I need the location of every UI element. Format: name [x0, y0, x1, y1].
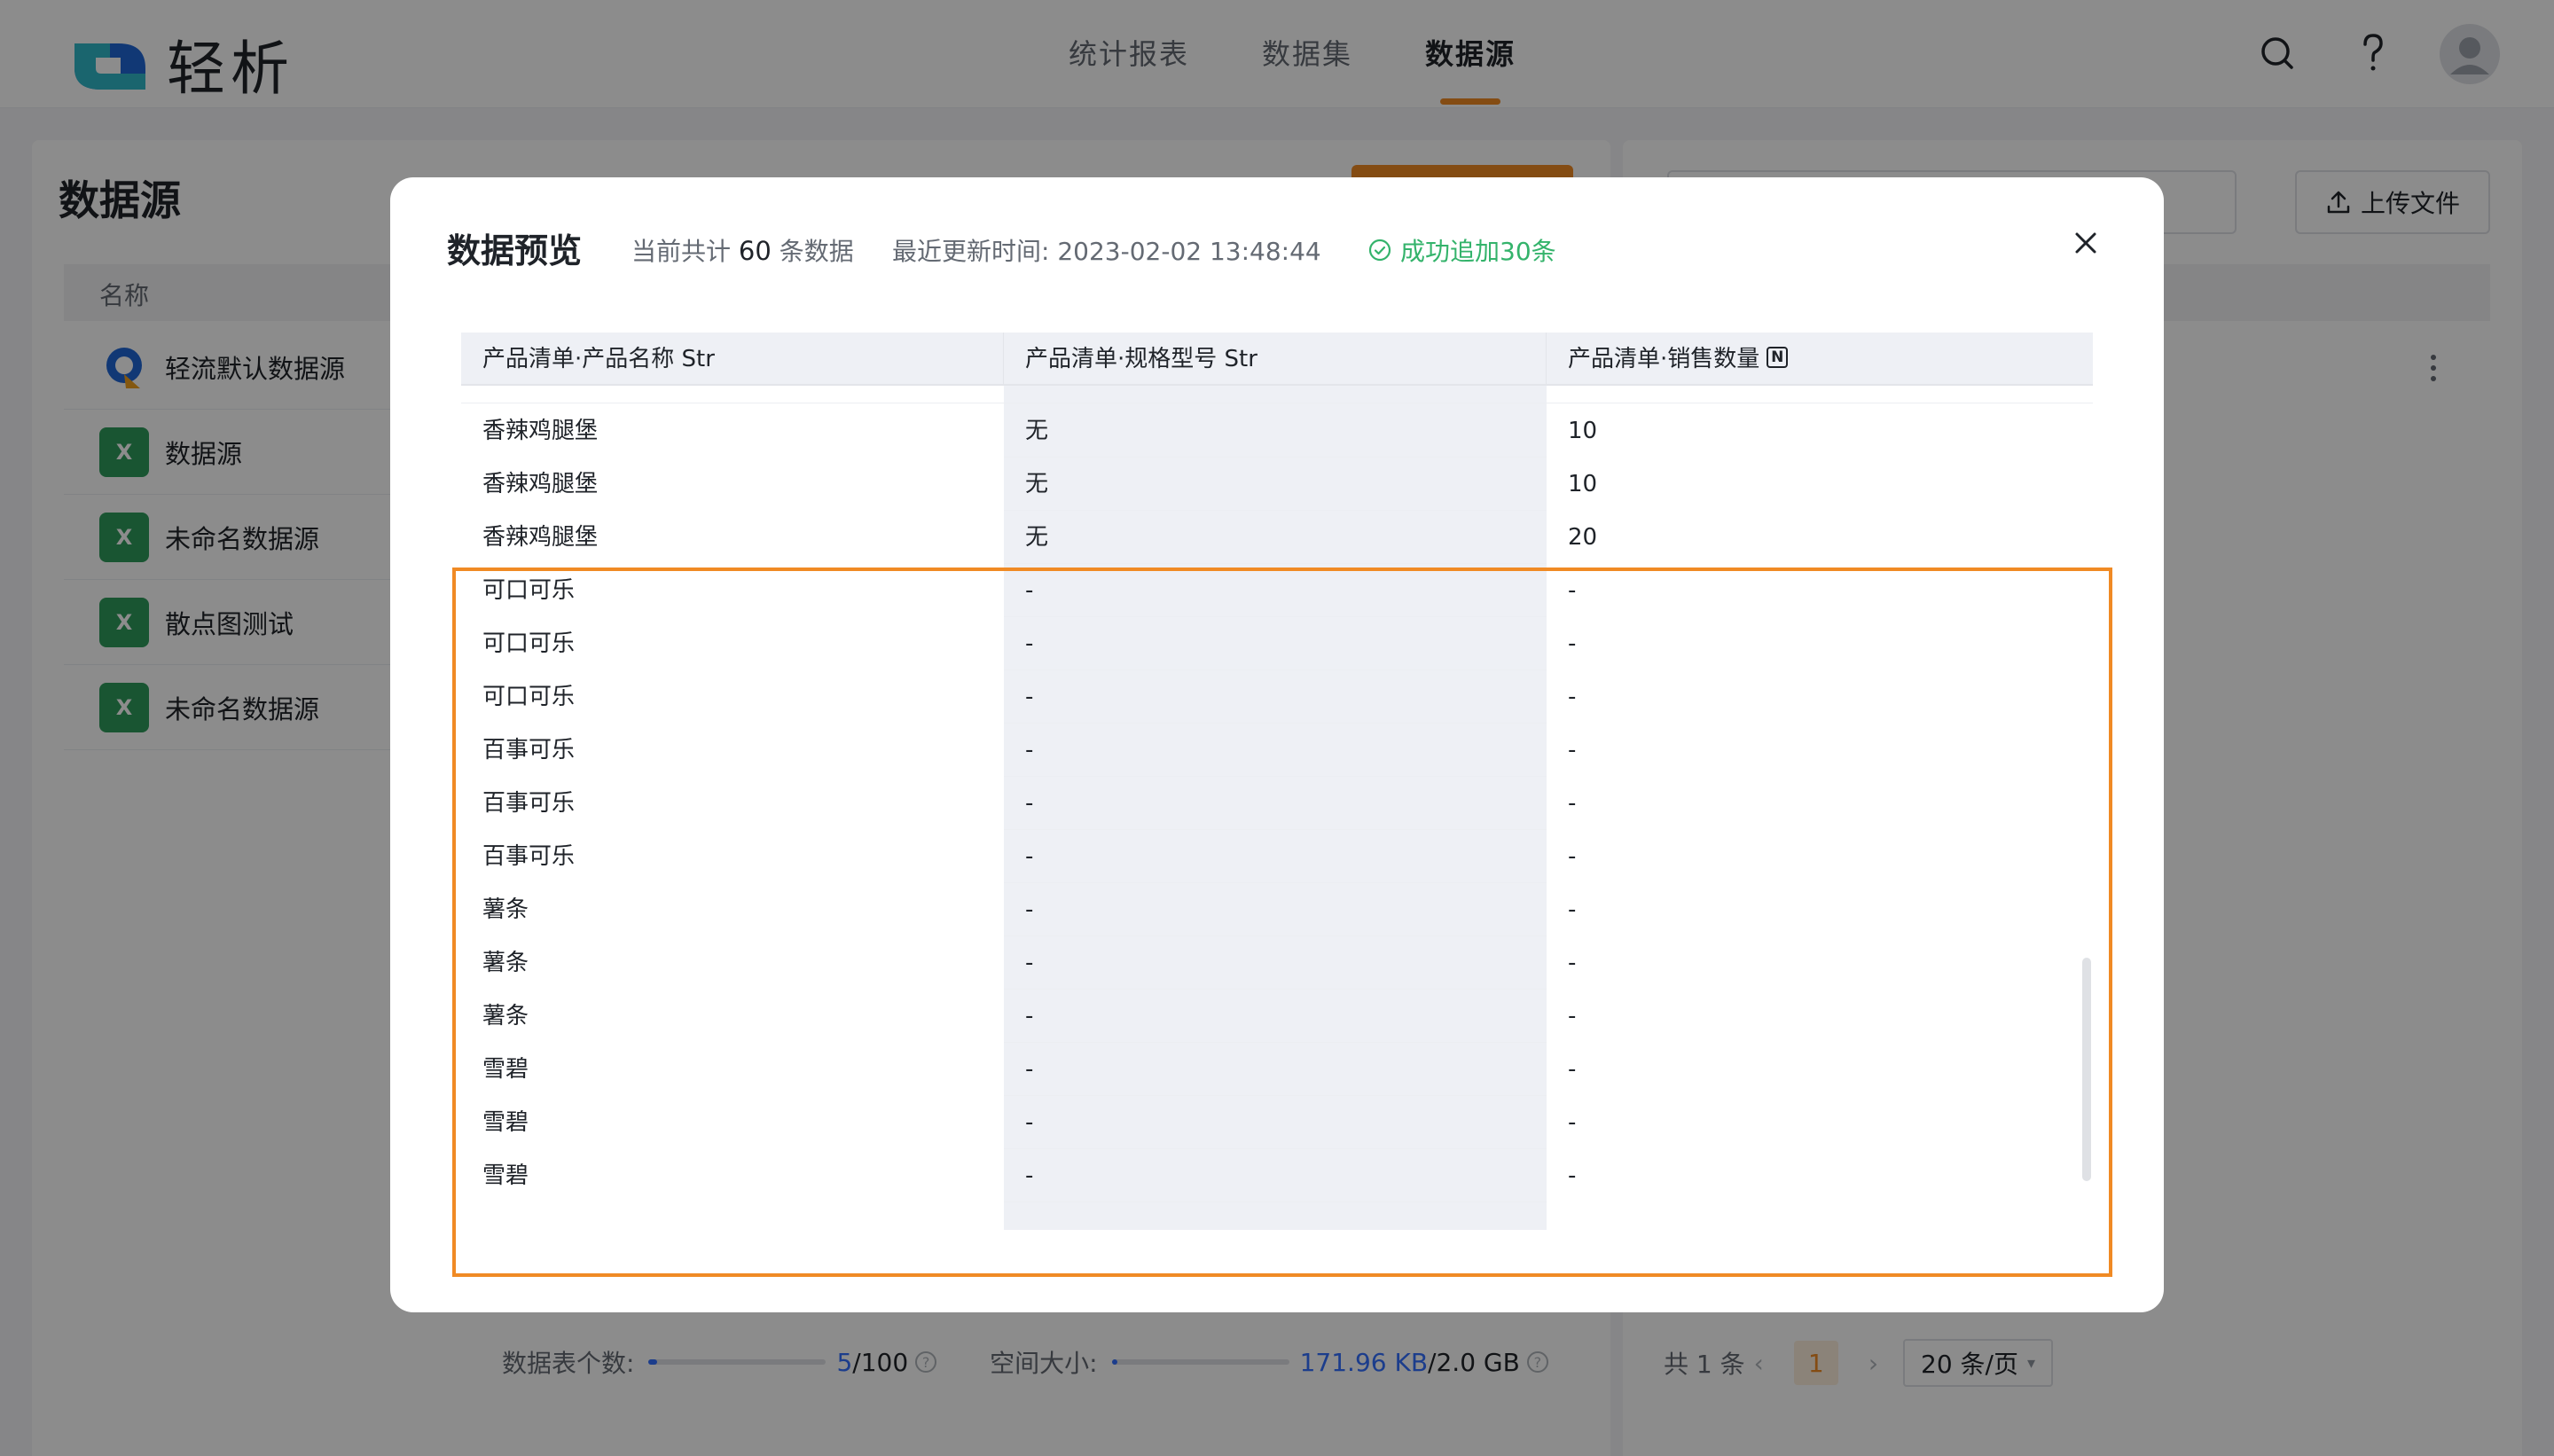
column-header-label: 产品清单·销售数量: [1568, 346, 1760, 372]
table-row[interactable]: 香辣鸡腿堡无 20: [461, 511, 2093, 564]
table-row[interactable]: 香辣鸡腿堡无 10: [461, 458, 2093, 511]
table-cell: 香辣鸡腿堡: [461, 458, 1004, 511]
table-cell: 20: [1547, 511, 2093, 564]
success-message: 成功追加30条: [1368, 232, 1556, 268]
check-circle-icon: [1368, 239, 1391, 262]
column-header-spec[interactable]: 产品清单·规格型号 Str: [1004, 333, 1547, 386]
row-count-prefix: 当前共计: [631, 237, 732, 266]
column-header-sales-qty[interactable]: 产品清单·销售数量 N: [1547, 333, 2093, 386]
last-updated-text: 最近更新时间: 2023-02-02 13:48:44: [892, 232, 1321, 268]
table-cell: 10: [1547, 458, 2093, 511]
row-count-text: 当前共计 60 条数据: [631, 232, 854, 268]
last-updated-label: 最近更新时间:: [892, 237, 1050, 266]
table-cell: 无: [1025, 418, 1049, 444]
column-header-product-name[interactable]: 产品清单·产品名称 Str: [461, 333, 1004, 386]
table-cell: 无: [1025, 471, 1049, 497]
last-updated-time: 2023-02-02 13:48:44: [1057, 237, 1321, 266]
highlight-box: [452, 568, 2112, 1277]
row-count-suffix: 条数据: [779, 237, 854, 266]
table-header: 产品清单·产品名称 Str 产品清单·规格型号 Str 产品清单·销售数量 N: [461, 333, 2093, 386]
dialog-title: 数据预览: [447, 231, 583, 270]
close-icon[interactable]: [2068, 225, 2104, 261]
success-message-text: 成功追加30条: [1400, 237, 1556, 266]
table-cell: 香辣鸡腿堡: [461, 404, 1004, 458]
column-header-label: 产品清单·规格型号 Str: [1025, 346, 1257, 372]
table-cell: 10: [1547, 404, 2093, 458]
table-cell: 无: [1025, 524, 1049, 551]
number-type-icon: N: [1767, 346, 1789, 368]
column-header-label: 产品清单·产品名称 Str: [482, 346, 715, 372]
row-count-value: 60: [738, 236, 772, 266]
table-cell: 香辣鸡腿堡: [461, 511, 1004, 564]
table-row[interactable]: 香辣鸡腿堡无 10: [461, 404, 2093, 458]
